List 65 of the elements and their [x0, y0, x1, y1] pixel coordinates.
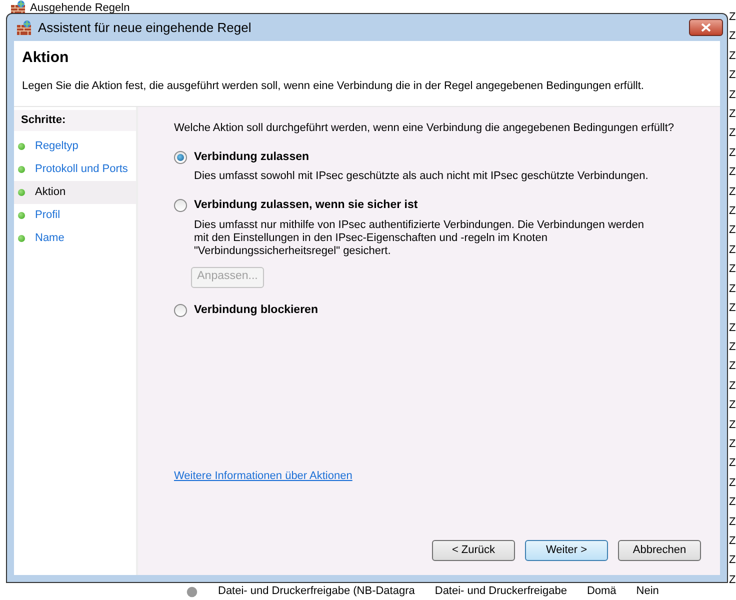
step-dot-icon	[18, 212, 25, 218]
help-link[interactable]: Weitere Informationen über Aktionen	[174, 468, 352, 484]
table-cell-text: Z	[729, 242, 736, 258]
table-cell-text: Z	[729, 165, 736, 180]
table-cell-text: Z	[729, 476, 736, 491]
table-cell-text: Z	[729, 320, 736, 336]
table-cell-text: Z	[729, 10, 736, 25]
table-cell: Domä	[586, 585, 616, 598]
table-cell-text: Z	[729, 282, 736, 297]
page-title: Aktion	[22, 48, 70, 68]
radio-button[interactable]	[174, 151, 187, 164]
step-dot-icon	[18, 234, 25, 242]
steps-heading: Schritte:	[14, 110, 136, 130]
table-cell: Datei- und Druckerfreigabe (NB-Datagra	[218, 585, 415, 598]
table-cell-text: Z	[729, 359, 736, 374]
table-cell-text: Z	[729, 398, 736, 414]
table-cell-text: Z	[729, 378, 736, 394]
option-description: Dies umfasst nur mithilfe von IPsec authentifizierte Verbindungen. Die Verbindungen werden mit den Einstellungen in den IPsec-Eigenschaften und -regeln im Knoten "Verbindungssicherheitsregel" gesichert.	[194, 218, 646, 258]
table-cell-text: Z	[729, 223, 736, 238]
table-cell-text: Z	[729, 146, 736, 161]
table-cell-text: Z	[729, 126, 736, 142]
close-icon	[701, 23, 711, 32]
tree-item[interactable]: Ausgehende Regeln	[30, 2, 130, 14]
step-item[interactable]: Aktion	[14, 180, 136, 204]
table-cell-text: Z	[729, 495, 736, 510]
table-cell-text: Z	[729, 204, 736, 220]
step-item[interactable]: Name	[14, 226, 136, 250]
table-cell-text: Z	[729, 48, 736, 64]
dialog-button[interactable]: < Zurück	[432, 540, 515, 561]
table-cell-text: Z	[729, 262, 736, 278]
radio-button[interactable]	[174, 304, 187, 317]
table-cell-text: Z	[729, 29, 736, 44]
table-cell-text: Z	[729, 456, 736, 472]
step-dot-icon	[18, 166, 25, 172]
table-cell-text: Z	[729, 301, 736, 316]
step-dot-icon	[18, 142, 25, 150]
page-description: Legen Sie die Aktion fest, die ausgeführt werden soll, wenn eine Verbindung die in der Regel angegebenen Bedingungen erfüllt.	[22, 78, 645, 94]
table-cell: Nein	[636, 585, 659, 598]
table-cell-text: Z	[729, 418, 736, 433]
window-title: Assistent für neue eingehende Regel	[38, 18, 252, 37]
close-button[interactable]	[689, 19, 723, 36]
step-item[interactable]: Profil	[14, 204, 136, 226]
table-cell-text: Z	[729, 436, 736, 452]
table-cell-text: Z	[729, 553, 736, 568]
dialog-button[interactable]: Weiter >	[525, 540, 608, 561]
dialog-button[interactable]: Abbrechen	[618, 540, 701, 561]
option-label[interactable]: Verbindung blockieren	[194, 302, 318, 319]
option-description: Dies umfasst sowohl mit IPsec geschützte als auch nicht mit IPsec geschützte Verbindungen.	[194, 170, 649, 184]
table-cell-text: Z	[729, 534, 736, 549]
firewall-icon	[16, 20, 32, 36]
table-cell-text: Z	[729, 184, 736, 200]
table-cell-text: Z	[729, 514, 736, 530]
table-cell-text: Z	[729, 107, 736, 122]
step-item[interactable]: Protokoll und Ports	[14, 158, 136, 180]
option-label[interactable]: Verbindung zulassen, wenn sie sicher ist	[194, 197, 418, 214]
option-label[interactable]: Verbindung zulassen	[194, 149, 310, 166]
table-cell-text: Z	[729, 572, 736, 588]
step-item[interactable]: Regeltyp	[14, 134, 136, 158]
table-cell-text: Z	[729, 340, 736, 355]
radio-button[interactable]	[174, 199, 187, 212]
table-cell-text: Z	[729, 68, 736, 84]
step-dot-icon	[18, 188, 25, 196]
question-text: Welche Aktion soll durchgeführt werden, wenn eine Verbindung die angegebenen Bedingungen erfüllt?	[174, 122, 676, 135]
table-cell: Datei- und Druckerfreigabe	[434, 585, 567, 598]
table-cell-text: Z	[729, 88, 736, 103]
